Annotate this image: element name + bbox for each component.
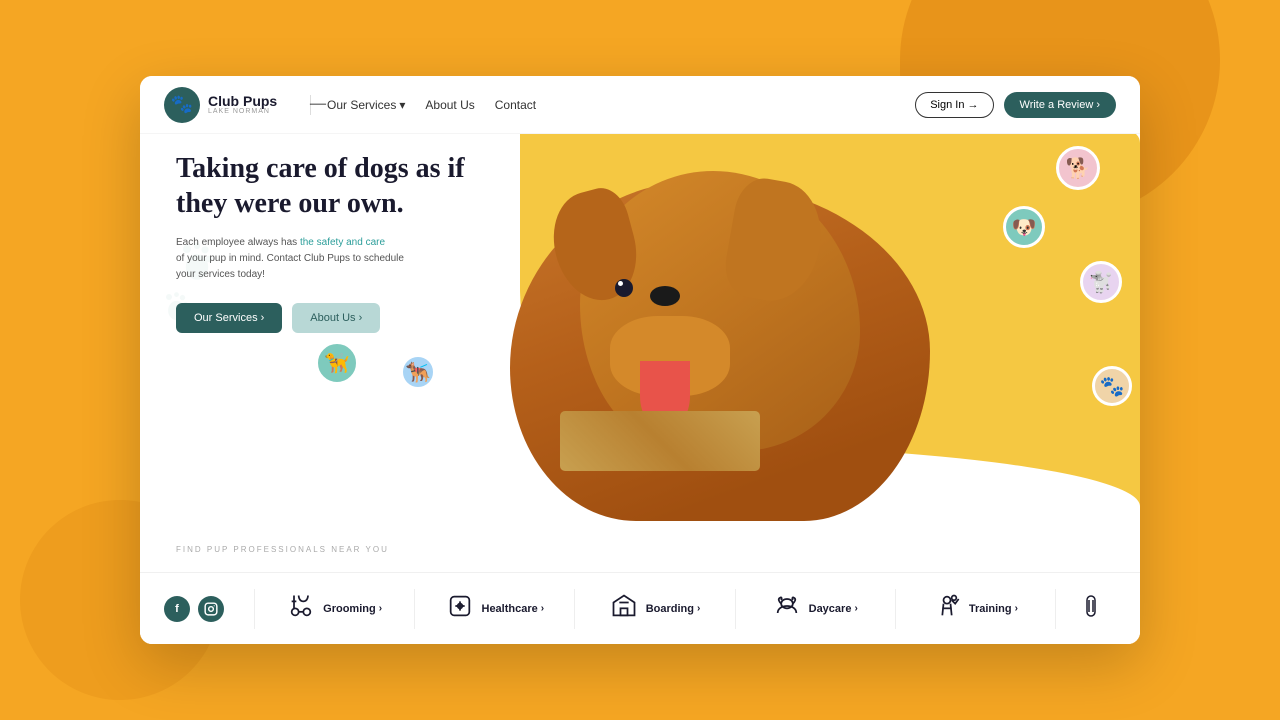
facebook-icon[interactable]: f	[164, 596, 190, 622]
logo-name: Club Pups	[208, 94, 277, 108]
service-daycare[interactable]: Daycare ›	[746, 592, 885, 626]
nav-actions: Sign In → Write a Review ›	[915, 92, 1116, 118]
hero-title: Taking care of dogs as if they were our …	[176, 151, 476, 221]
signin-button[interactable]: Sign In →	[915, 92, 993, 118]
daycare-icon	[773, 592, 801, 626]
dog-avatar-5: 🐕‍🦺	[400, 354, 436, 390]
browser-window: 🐕 🐶 🐩 🦮 🐕‍🦺 🐾 🐾 Club Pups LAKE NORMAN — …	[140, 76, 1140, 644]
service-healthcare[interactable]: Healthcare ›	[425, 592, 564, 626]
service-training[interactable]: Training ›	[906, 592, 1045, 626]
grooming-label: Grooming ›	[323, 603, 382, 615]
service-boarding[interactable]: Boarding ›	[585, 592, 724, 626]
nav-link-services[interactable]: Our Services ▾	[327, 98, 405, 112]
boarding-label: Boarding ›	[646, 603, 701, 615]
dog-avatar-6: 🐾	[1092, 366, 1132, 406]
logo-icon: 🐾	[164, 87, 200, 123]
microchip-icon	[1079, 592, 1103, 626]
nav-link-contact[interactable]: Contact	[495, 98, 536, 112]
hero-highlight: the safety and care	[300, 237, 385, 248]
training-icon	[933, 592, 961, 626]
dog-avatar-2: 🐶	[1003, 206, 1045, 248]
find-pup-text: FIND PUP PROFESSIONALS NEAR YOU	[176, 545, 389, 554]
instagram-icon[interactable]	[198, 596, 224, 622]
dog-avatar-4: 🦮	[315, 341, 359, 385]
hero-content: Taking care of dogs as if they were our …	[176, 151, 476, 333]
healthcare-label: Healthcare ›	[482, 603, 545, 615]
hero-description: Each employee always has the safety and …	[176, 235, 476, 283]
services-button[interactable]: Our Services ›	[176, 303, 282, 333]
service-microchip[interactable]	[1066, 592, 1116, 626]
social-icons: f	[164, 596, 224, 622]
grooming-icon	[287, 592, 315, 626]
nav-links: Our Services ▾ About Us Contact	[327, 98, 536, 112]
write-review-button[interactable]: Write a Review ›	[1004, 92, 1116, 118]
training-label: Training ›	[969, 603, 1018, 615]
hero-dog-image	[460, 131, 1000, 551]
logo-sub: LAKE NORMAN	[208, 108, 277, 115]
hero-buttons: Our Services › About Us ›	[176, 303, 476, 333]
services-bar: f Grooming ›	[140, 572, 1140, 644]
healthcare-icon	[446, 592, 474, 626]
nav-divider: —	[310, 95, 311, 115]
logo-area: 🐾 Club Pups LAKE NORMAN	[164, 87, 294, 123]
about-button[interactable]: About Us ›	[292, 303, 380, 333]
nav-link-about[interactable]: About Us	[425, 98, 474, 112]
navbar: 🐾 Club Pups LAKE NORMAN — Our Services ▾…	[140, 76, 1140, 134]
boarding-icon	[610, 592, 638, 626]
dog-avatar-3: 🐩	[1080, 261, 1122, 303]
daycare-label: Daycare ›	[809, 603, 858, 615]
service-grooming[interactable]: Grooming ›	[265, 592, 404, 626]
chevron-icon: ▾	[399, 98, 405, 112]
dog-avatar-1: 🐕	[1056, 146, 1100, 190]
